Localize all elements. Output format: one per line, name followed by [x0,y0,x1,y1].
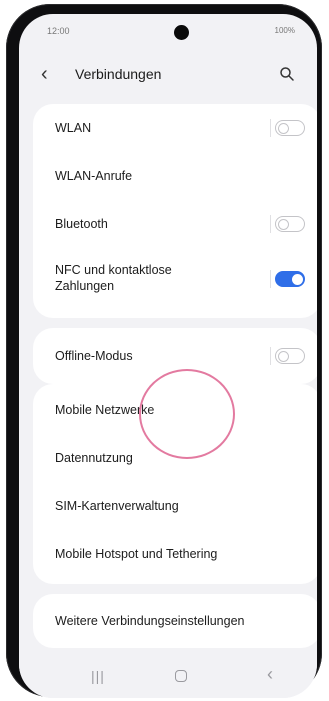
home-icon[interactable] [175,670,187,682]
wlan-label: WLAN [55,121,92,135]
divider [270,119,271,137]
sim-manager-row[interactable]: SIM-Kartenverwaltung [33,482,317,530]
page-title: Verbindungen [75,66,162,82]
toggle-knob [291,273,303,285]
phone-frame: 12:00 100% ‹ Verbindungen WLAN WLAN-Anru… [6,4,322,698]
navigation-bar: ||| ‹ [19,658,317,698]
offline-label: Offline-Modus [55,349,133,363]
nfc-label: NFC und kontaktlose Zahlungen [55,263,172,293]
connections-card: WLAN WLAN-Anrufe Bluetooth NFC und konta… [33,104,317,318]
wlan-row[interactable]: WLAN [33,104,317,152]
nfc-toggle[interactable] [275,271,305,287]
status-indicators: 100% [274,26,295,35]
front-camera [174,25,189,40]
toggle-knob [278,350,289,362]
more-settings-row[interactable]: Weitere Verbindungseinstellungen [33,594,317,648]
search-icon[interactable] [279,66,295,82]
offline-toggle[interactable] [275,348,305,364]
data-usage-label: Datennutzung [55,451,133,465]
nfc-row[interactable]: NFC und kontaktlose Zahlungen [33,248,317,312]
hotspot-label: Mobile Hotspot und Tethering [55,547,218,561]
header: ‹ Verbindungen [19,56,317,96]
recent-apps-icon[interactable]: ||| [91,668,105,684]
status-bar: 12:00 100% [19,14,317,48]
wlan-toggle[interactable] [275,120,305,136]
screen: 12:00 100% ‹ Verbindungen WLAN WLAN-Anru… [19,14,317,698]
toggle-knob [278,122,289,134]
bluetooth-toggle[interactable] [275,216,305,232]
divider [270,215,271,233]
more-settings-label: Weitere Verbindungseinstellungen [55,614,245,628]
wlan-calls-label: WLAN-Anrufe [55,169,133,183]
tap-indicator [139,369,235,459]
divider [270,270,271,288]
sim-manager-label: SIM-Kartenverwaltung [55,499,179,513]
more-settings-card: Weitere Verbindungseinstellungen [33,594,317,648]
toggle-knob [278,218,289,230]
chevron-left-icon[interactable]: ‹ [41,64,48,84]
wlan-calls-row[interactable]: WLAN-Anrufe [33,152,317,200]
bluetooth-label: Bluetooth [55,217,108,231]
status-time: 12:00 [47,26,70,36]
hotspot-row[interactable]: Mobile Hotspot und Tethering [33,530,317,580]
divider [270,347,271,365]
bluetooth-row[interactable]: Bluetooth [33,200,317,248]
back-icon[interactable]: ‹ [267,664,273,685]
